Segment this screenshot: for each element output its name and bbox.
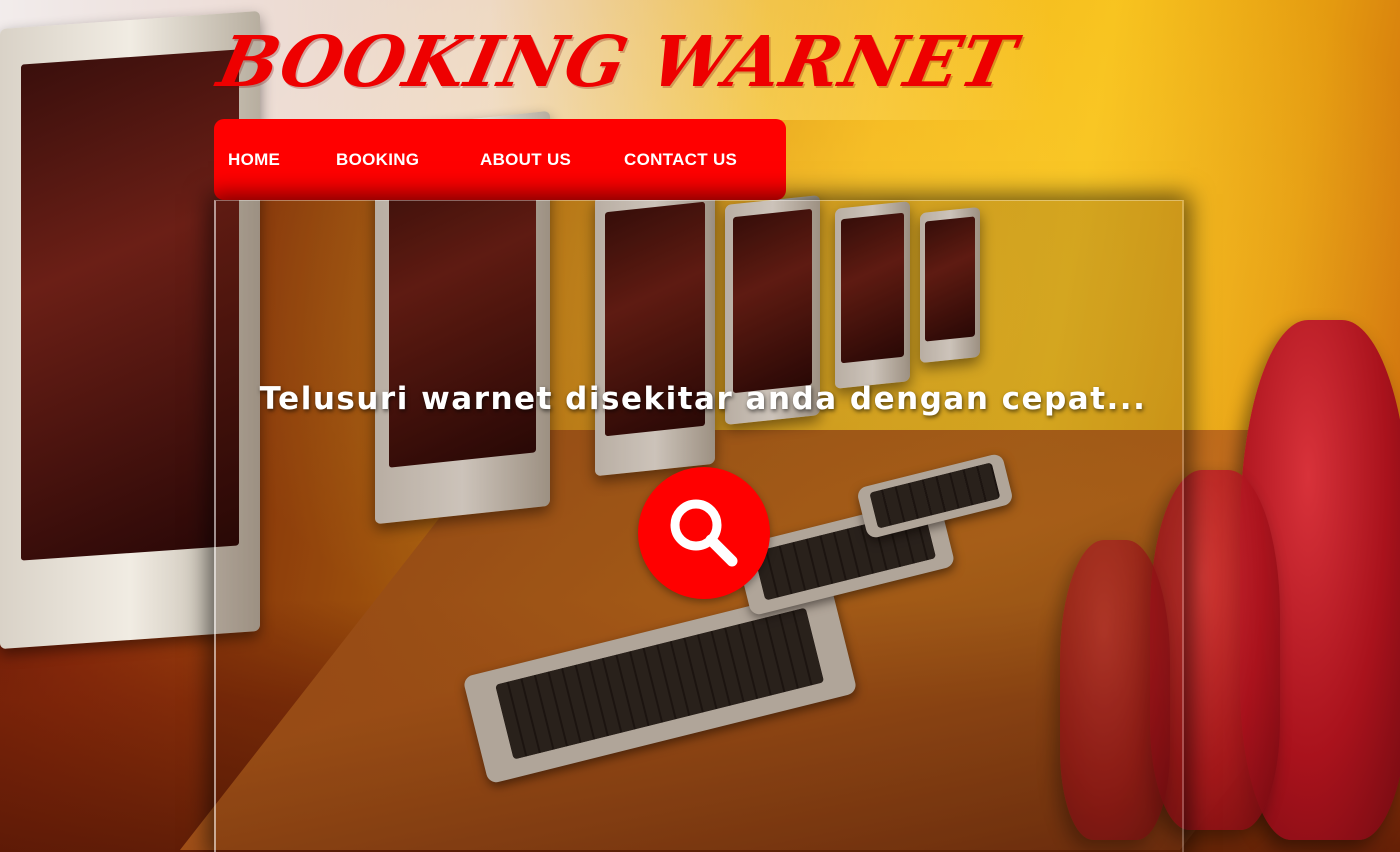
- site-logo-title[interactable]: BOOKING WARNET: [211, 20, 1023, 103]
- hero-panel: Telusuri warnet disekitar anda dengan ce…: [214, 200, 1184, 852]
- search-button[interactable]: [638, 467, 770, 599]
- nav-about-us-link[interactable]: ABOUT US: [480, 150, 571, 170]
- search-icon: [670, 499, 738, 567]
- nav-home-link[interactable]: HOME: [228, 150, 280, 170]
- hero-tagline: Telusuri warnet disekitar anda dengan ce…: [259, 381, 1147, 417]
- main-navigation: HOME BOOKING ABOUT US CONTACT US: [214, 119, 786, 200]
- nav-booking-link[interactable]: BOOKING: [336, 150, 419, 170]
- nav-contact-us-link[interactable]: CONTACT US: [624, 150, 737, 170]
